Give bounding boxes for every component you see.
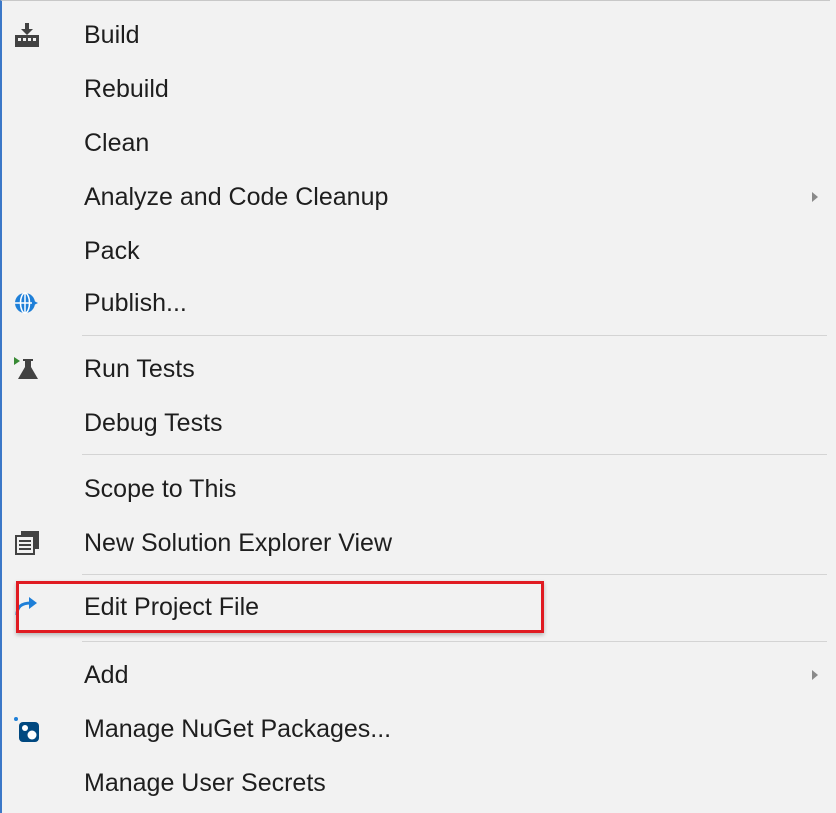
menu-separator [82,641,827,642]
new-view-icon [12,528,42,558]
menu-item-build[interactable]: Build [2,9,830,61]
publish-globe-icon [12,288,42,318]
menu-item-rebuild[interactable]: Rebuild [2,63,830,115]
submenu-arrow-icon [812,192,818,202]
menu-separator [82,335,827,336]
menu-item-label: Run Tests [84,355,195,383]
menu-item-label: Clean [84,129,150,157]
submenu-arrow-icon [812,670,818,680]
menu-item-label: Add [84,661,129,689]
menu-item-scope-to-this[interactable]: Scope to This [2,463,830,515]
menu-item-label: Manage NuGet Packages... [84,715,392,743]
menu-item-pack[interactable]: Pack [2,225,830,277]
menu-item-label: Analyze and Code Cleanup [84,183,389,211]
build-icon [12,20,42,50]
menu-item-label: Manage User Secrets [84,769,326,797]
menu-separator [82,454,827,455]
menu-item-publish[interactable]: Publish... [2,277,830,329]
menu-item-clean[interactable]: Clean [2,117,830,169]
run-tests-icon [12,354,42,384]
menu-item-label: Rebuild [84,75,169,103]
menu-item-new-solution-explorer-view[interactable]: New Solution Explorer View [2,517,830,569]
menu-item-manage-user-secrets[interactable]: Manage User Secrets [2,757,830,809]
menu-item-label: Debug Tests [84,409,223,437]
menu-item-manage-nuget-packages[interactable]: Manage NuGet Packages... [2,703,830,755]
nuget-icon [12,714,42,744]
menu-item-debug-tests[interactable]: Debug Tests [2,397,830,449]
menu-item-label: Scope to This [84,475,237,503]
menu-item-label: Pack [84,237,140,265]
menu-separator [82,574,827,575]
highlight-box [16,581,544,633]
menu-item-run-tests[interactable]: Run Tests [2,343,830,395]
menu-item-label: Publish... [84,289,187,317]
menu-item-add[interactable]: Add [2,649,830,701]
menu-item-label: Build [84,21,140,49]
menu-item-label: New Solution Explorer View [84,529,393,557]
menu-item-analyze-code-cleanup[interactable]: Analyze and Code Cleanup [2,171,830,223]
context-menu: Build Rebuild Clean Analyze and Code Cle… [0,0,830,813]
